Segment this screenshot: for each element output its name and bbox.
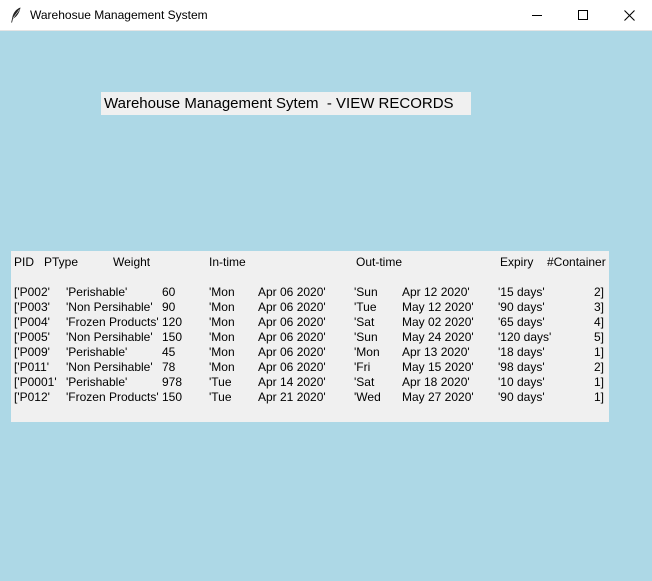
cell-ptype: 'Non Persihable' [66,360,153,374]
cell-out-date: May 15 2020' [402,360,474,374]
cell-in-day: 'Mon [209,330,235,344]
cell-ptype: 'Frozen Products' [66,390,159,404]
cell-weight: 978 [162,375,183,389]
header-container: #Container [547,255,606,269]
cell-pid: ['P003' [14,300,50,314]
cell-ptype: 'Perishable' [66,285,128,299]
cell-pid: ['P012' [14,390,50,404]
cell-in-day: 'Mon [209,300,235,314]
cell-in-day: 'Mon [209,345,235,359]
cell-expiry: '90 days' [498,390,545,404]
cell-container: 1] [593,375,604,389]
cell-container: 4] [593,315,604,329]
cell-expiry: '65 days' [498,315,545,329]
cell-weight: 150 [162,390,183,404]
cell-in-date: Apr 21 2020' [258,390,326,404]
cell-in-day: 'Mon [209,285,235,299]
cell-ptype: 'Non Persihable' [66,330,153,344]
cell-out-date: May 27 2020' [402,390,474,404]
cell-ptype: 'Perishable' [66,345,128,359]
cell-in-day: 'Mon [209,315,235,329]
header-in-time: In-time [209,255,246,269]
cell-weight: 45 [162,345,176,359]
cell-out-day: 'Sat [354,315,375,329]
cell-container: 2] [593,285,604,299]
header-out-time: Out-time [356,255,403,269]
cell-out-day: 'Sun [354,285,378,299]
header-ptype: PType [44,255,79,269]
cell-weight: 150 [162,330,183,344]
cell-pid: ['P011' [14,360,50,374]
cell-in-day: 'Tue [209,375,232,389]
cell-ptype: 'Perishable' [66,375,128,389]
cell-in-date: Apr 06 2020' [258,285,326,299]
cell-expiry: '18 days' [498,345,545,359]
cell-out-day: 'Sun [354,330,378,344]
maximize-button[interactable] [560,0,606,30]
cell-in-date: Apr 06 2020' [258,345,326,359]
cell-pid: ['P002' [14,285,50,299]
cell-pid: ['P004' [14,315,50,329]
cell-expiry: '90 days' [498,300,545,314]
cell-out-day: 'Sat [354,375,375,389]
cell-out-date: Apr 13 2020' [402,345,470,359]
cell-expiry: '98 days' [498,360,545,374]
minimize-button[interactable] [514,0,560,30]
cell-in-date: Apr 06 2020' [258,330,326,344]
window-title: Warehosue Management System [30,8,208,22]
cell-container: 1] [593,345,604,359]
cell-out-date: May 02 2020' [402,315,474,329]
cell-weight: 120 [162,315,183,329]
cell-in-date: Apr 14 2020' [258,375,326,389]
cell-container: 1] [593,390,604,404]
cell-pid: ['P005' [14,330,50,344]
cell-weight: 60 [162,285,176,299]
cell-container: 2] [593,360,604,374]
page-title: Warehouse Management Sytem - VIEW RECORD… [101,92,471,115]
cell-expiry: '10 days' [498,375,545,389]
cell-ptype: 'Non Persihable' [66,300,153,314]
cell-out-date: Apr 12 2020' [402,285,470,299]
cell-in-date: Apr 06 2020' [258,300,326,314]
cell-out-date: May 12 2020' [402,300,474,314]
maximize-icon [578,10,588,20]
header-weight: Weight [113,255,151,269]
close-button[interactable] [606,0,652,30]
cell-in-day: 'Mon [209,360,235,374]
cell-ptype: 'Frozen Products' [66,315,159,329]
header-expiry: Expiry [500,255,534,269]
cell-container: 5] [593,330,604,344]
cell-container: 3] [593,300,604,314]
title-bar[interactable]: Warehosue Management System [0,0,652,31]
cell-out-date: May 24 2020' [402,330,474,344]
cell-out-day: 'Fri [354,360,371,374]
cell-weight: 78 [162,360,176,374]
header-pid: PID [14,255,35,269]
cell-in-date: Apr 06 2020' [258,360,326,374]
cell-out-date: Apr 18 2020' [402,375,470,389]
minimize-icon [532,15,542,16]
records-panel: PID PType Weight In-time Out-time Expiry… [11,251,609,422]
cell-in-day: 'Tue [209,390,232,404]
cell-expiry: '120 days' [498,330,552,344]
feather-icon [11,7,21,23]
close-icon [623,9,635,21]
cell-in-date: Apr 06 2020' [258,315,326,329]
cell-pid: ['P0001' [14,375,57,389]
cell-out-day: 'Mon [354,345,380,359]
cell-expiry: '15 days' [498,285,545,299]
cell-out-day: 'Tue [354,300,377,314]
cell-pid: ['P009' [14,345,50,359]
cell-weight: 90 [162,300,176,314]
cell-out-day: 'Wed [354,390,381,404]
